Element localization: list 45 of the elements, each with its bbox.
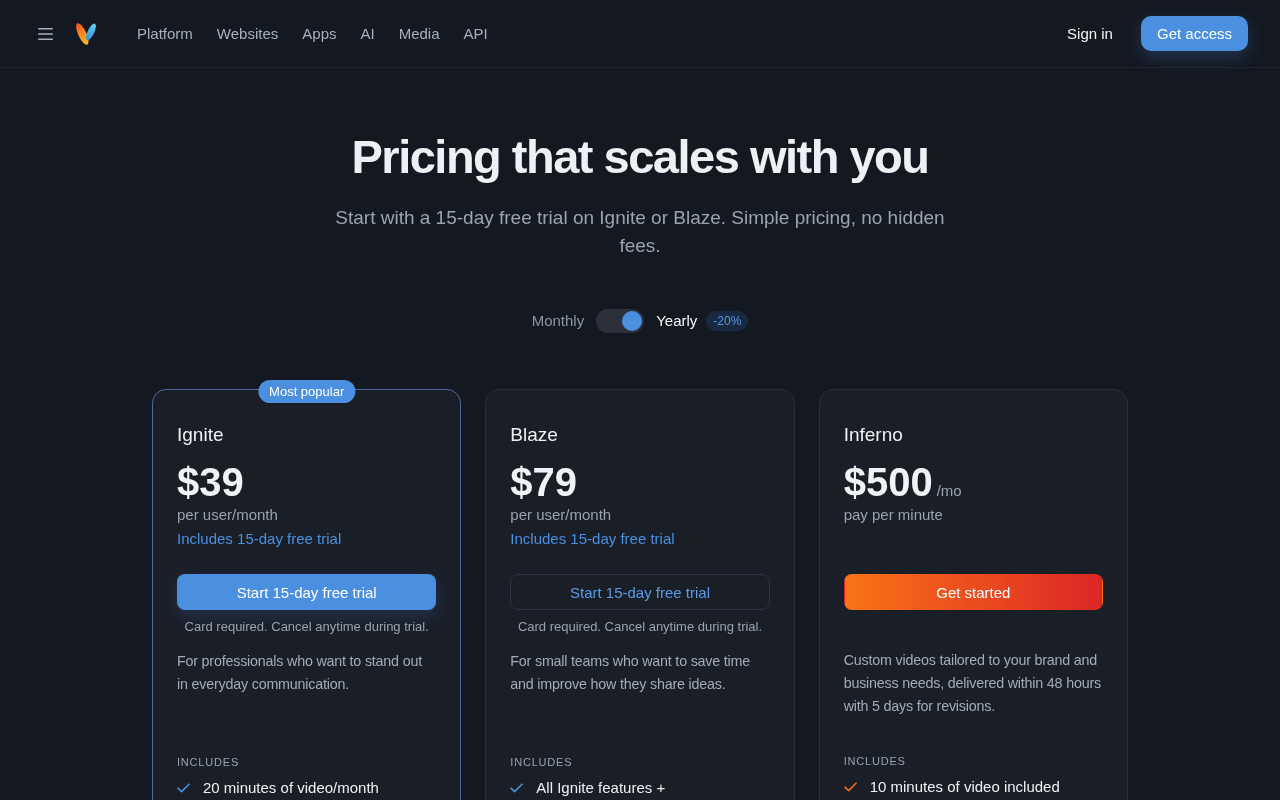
- toggle-knob[interactable]: [622, 311, 643, 331]
- feature-text: 20 minutes of video/month: [203, 778, 379, 798]
- price-suffix: /mo: [936, 482, 962, 499]
- plan-price: $39: [177, 460, 244, 504]
- plan-name: Blaze: [510, 423, 559, 447]
- nav-link[interactable]: Platform: [137, 23, 193, 44]
- plan-description: For small teams who want to save time and improve how they share ideas.: [510, 652, 752, 694]
- price-period: per user/month: [510, 505, 613, 525]
- plan-button[interactable]: Start 15-day free trial: [510, 574, 770, 610]
- plan-description: For professionals who want to stand out in everyday communication.: [177, 652, 423, 694]
- plan-description: Custom videos tailored to your brand and business needs, delivered within 48 hours with 5 days for revisions.: [843, 651, 1102, 716]
- plan-price: $500: [843, 460, 933, 504]
- page-subtitle: Start with a 15-day free trial on Ignite or Blaze. Simple pricing, no hidden fees.: [334, 206, 946, 258]
- monthly-label: Monthly: [531, 311, 585, 331]
- nav-link[interactable]: Websites: [216, 23, 279, 44]
- trial-note: Includes 15-day free trial: [177, 529, 343, 549]
- logo-icon[interactable]: [76, 22, 96, 45]
- nav-link[interactable]: AI: [360, 23, 375, 44]
- plan-name: Ignite: [177, 423, 225, 447]
- includes-heading: INCLUDES: [843, 754, 906, 769]
- plan-button[interactable]: Get started: [843, 574, 1103, 610]
- check-icon: [843, 782, 857, 792]
- check-icon: [510, 783, 524, 793]
- discount-badge: -20%: [706, 311, 749, 331]
- includes-heading: INCLUDES: [177, 755, 240, 770]
- nav-link[interactable]: API: [463, 23, 488, 44]
- page-title: Pricing that scales with you: [351, 129, 929, 185]
- button-note: Card required. Cancel anytime during trial.: [184, 619, 429, 634]
- price-period: pay per minute: [843, 505, 944, 525]
- billing-toggle[interactable]: [596, 309, 645, 333]
- plan-price: $79: [510, 460, 578, 504]
- includes-heading: INCLUDES: [510, 755, 573, 770]
- plan-name: Inferno: [843, 423, 904, 447]
- feature-text: 10 minutes of video included: [869, 777, 1060, 797]
- trial-note: Includes 15-day free trial: [510, 529, 676, 549]
- feature-text: All Ignite features +: [536, 778, 666, 798]
- nav-link[interactable]: Apps: [302, 23, 337, 44]
- check-icon: [177, 783, 190, 793]
- button-note: Card required. Cancel anytime during trial.: [517, 619, 763, 634]
- menu-icon[interactable]: [38, 27, 53, 40]
- yearly-label: Yearly: [656, 311, 698, 331]
- sign-in-link[interactable]: Sign in: [1067, 23, 1113, 44]
- popular-badge: Most popular: [258, 380, 356, 403]
- price-period: per user/month: [177, 505, 279, 525]
- nav-link[interactable]: Media: [398, 23, 440, 44]
